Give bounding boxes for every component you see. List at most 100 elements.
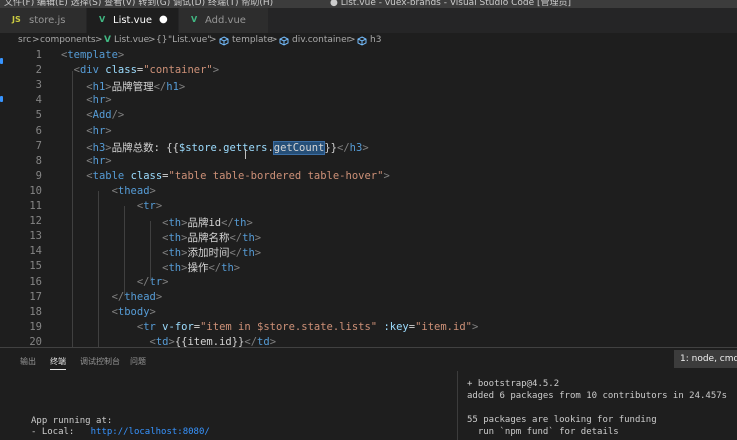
editor-tab-bar: JS store.js V List.vue ● V Add.vue bbox=[0, 8, 737, 33]
line-number: 7 bbox=[35, 139, 42, 152]
code-token: Add bbox=[92, 109, 112, 122]
code-token: hr bbox=[92, 124, 106, 137]
breadcrumb-separator: > bbox=[148, 35, 156, 45]
code-token: template bbox=[67, 49, 118, 61]
code-line[interactable]: <h3>品牌总数: {{$store.getters.getCount}}</h… bbox=[61, 140, 369, 155]
code-token: th bbox=[168, 217, 182, 230]
code-line[interactable]: <th>品牌名称</th> bbox=[61, 230, 261, 245]
code-token: . bbox=[267, 141, 274, 154]
breadcrumb-item-template[interactable]: template bbox=[232, 35, 273, 45]
local-url-link[interactable]: http://localhost:8080/ bbox=[91, 427, 210, 437]
line-number: 9 bbox=[35, 169, 42, 182]
tab-terminal[interactable]: 终端 bbox=[50, 356, 66, 370]
code-token: > bbox=[471, 320, 479, 333]
text-cursor bbox=[245, 149, 246, 159]
menu-bar[interactable]: 文件(F) 编辑(E) 选择(S) 查看(V) 转到(G) 调试(D) 终端(T… bbox=[4, 0, 273, 8]
code-line[interactable]: <th>品牌id</th> bbox=[61, 215, 253, 230]
code-token: > bbox=[383, 169, 390, 182]
code-line[interactable]: <tr v-for="item in $store.state.lists" :… bbox=[61, 321, 478, 333]
code-line[interactable]: <hr> bbox=[61, 124, 112, 137]
tab-add-vue[interactable]: V Add.vue bbox=[179, 8, 269, 33]
line-number: 1 bbox=[35, 49, 42, 61]
code-token: "item in $store.state.lists" bbox=[200, 320, 378, 333]
code-line[interactable]: <tbody> bbox=[61, 306, 156, 318]
code-token: tr bbox=[143, 200, 156, 212]
code-token: 操作 bbox=[187, 262, 209, 275]
breadcrumb-item-h3[interactable]: h3 bbox=[370, 35, 381, 45]
code-line[interactable]: <tr> bbox=[61, 200, 162, 212]
code-token: 品牌id bbox=[187, 217, 222, 230]
vue-file-icon: V bbox=[191, 15, 198, 24]
tab-debug-console[interactable]: 调试控制台 bbox=[80, 356, 120, 367]
line-number: 8 bbox=[35, 154, 42, 167]
tab-list-vue[interactable]: V List.vue ● bbox=[87, 8, 179, 33]
line-number: 14 bbox=[29, 245, 42, 258]
breadcrumb-separator: > bbox=[32, 35, 40, 45]
vue-file-icon: V bbox=[104, 35, 111, 45]
tab-store-js[interactable]: JS store.js bbox=[0, 8, 87, 33]
terminal-pane-left[interactable]: App running at: - Local: http://localhos… bbox=[0, 371, 457, 440]
tab-label: List.vue bbox=[113, 15, 153, 26]
indent-guide bbox=[150, 221, 151, 281]
javascript-file-icon: JS bbox=[12, 15, 21, 24]
code-token: h3 bbox=[92, 141, 106, 154]
code-line[interactable]: <th>添加时间</th> bbox=[61, 245, 261, 260]
code-token: class bbox=[105, 64, 137, 77]
code-token: :key bbox=[383, 320, 409, 333]
line-number: 19 bbox=[29, 320, 42, 333]
indent-guide bbox=[72, 71, 73, 347]
code-token: > bbox=[155, 290, 163, 303]
breadcrumb-item-components[interactable]: components bbox=[40, 35, 96, 45]
code-token: tbody bbox=[117, 305, 150, 318]
code-token: </ bbox=[221, 217, 234, 230]
modified-dot-icon[interactable]: ● bbox=[159, 14, 168, 25]
code-token: td bbox=[257, 335, 270, 347]
code-token: > bbox=[233, 262, 241, 275]
line-number: 10 bbox=[29, 184, 42, 197]
tab-output[interactable]: 输出 bbox=[20, 356, 36, 367]
code-line[interactable]: <Add/> bbox=[61, 109, 124, 121]
code-line[interactable]: <hr> bbox=[61, 155, 111, 167]
code-token: > bbox=[149, 305, 156, 318]
breadcrumb-item-component[interactable]: "List.vue" bbox=[168, 35, 211, 45]
code-token: </ bbox=[136, 275, 150, 288]
element-cube-icon bbox=[279, 36, 289, 46]
element-cube-icon bbox=[219, 36, 229, 46]
code-line[interactable]: <div class="container"> bbox=[61, 64, 219, 76]
terminal[interactable]: App running at: - Local: http://localhos… bbox=[0, 371, 737, 440]
code-line[interactable]: <h1>品牌管理</h1> bbox=[61, 79, 185, 94]
code-token: > bbox=[362, 141, 369, 154]
code-token: h1 bbox=[92, 81, 106, 94]
panel-tab-bar: 输出 终端 调试控制台 问题 bbox=[0, 347, 737, 372]
code-editor[interactable]: 1 2 3 4 5 6 7 8 9 10 11 12 13 14 15 16 17 18 19 20 <templat… bbox=[0, 49, 737, 347]
terminal-line: + bootstrap@4.5.2 bbox=[467, 379, 560, 389]
code-token: tr bbox=[143, 320, 156, 333]
terminal-line: App running at: bbox=[31, 416, 113, 426]
code-token: > bbox=[105, 124, 112, 137]
terminal-line: 55 packages are looking for funding bbox=[467, 415, 657, 425]
line-number: 18 bbox=[29, 305, 42, 318]
code-token: th bbox=[221, 262, 234, 275]
code-line[interactable]: </thead> bbox=[61, 290, 163, 303]
line-number: 13 bbox=[29, 230, 42, 243]
indent-guide bbox=[98, 191, 99, 347]
code-token: tr bbox=[149, 275, 163, 288]
code-line[interactable]: <table class="table table-bordered table… bbox=[61, 169, 390, 182]
code-line[interactable]: <hr> bbox=[61, 94, 111, 106]
breadcrumb-item-div-container[interactable]: div.container bbox=[292, 35, 350, 45]
code-token: th bbox=[242, 247, 255, 260]
code-line[interactable]: </tr> bbox=[61, 276, 169, 288]
code-line[interactable]: <td>{{item.id}}</td> bbox=[61, 335, 277, 347]
breadcrumb-item-file[interactable]: List.vue bbox=[114, 35, 149, 45]
line-number: 16 bbox=[29, 275, 42, 288]
breadcrumb-separator: > bbox=[270, 35, 278, 45]
code-line[interactable]: <thead> bbox=[61, 185, 156, 197]
code-token: th bbox=[168, 232, 182, 245]
code-line[interactable]: <template> bbox=[61, 49, 124, 61]
terminal-select[interactable]: 1: node, cmd bbox=[674, 350, 737, 368]
tab-problems[interactable]: 问题 bbox=[130, 356, 146, 367]
terminal-split-divider[interactable] bbox=[457, 371, 458, 440]
breadcrumb-item-src[interactable]: src bbox=[18, 35, 31, 45]
code-token: > bbox=[254, 232, 262, 245]
code-token: > bbox=[269, 335, 277, 347]
